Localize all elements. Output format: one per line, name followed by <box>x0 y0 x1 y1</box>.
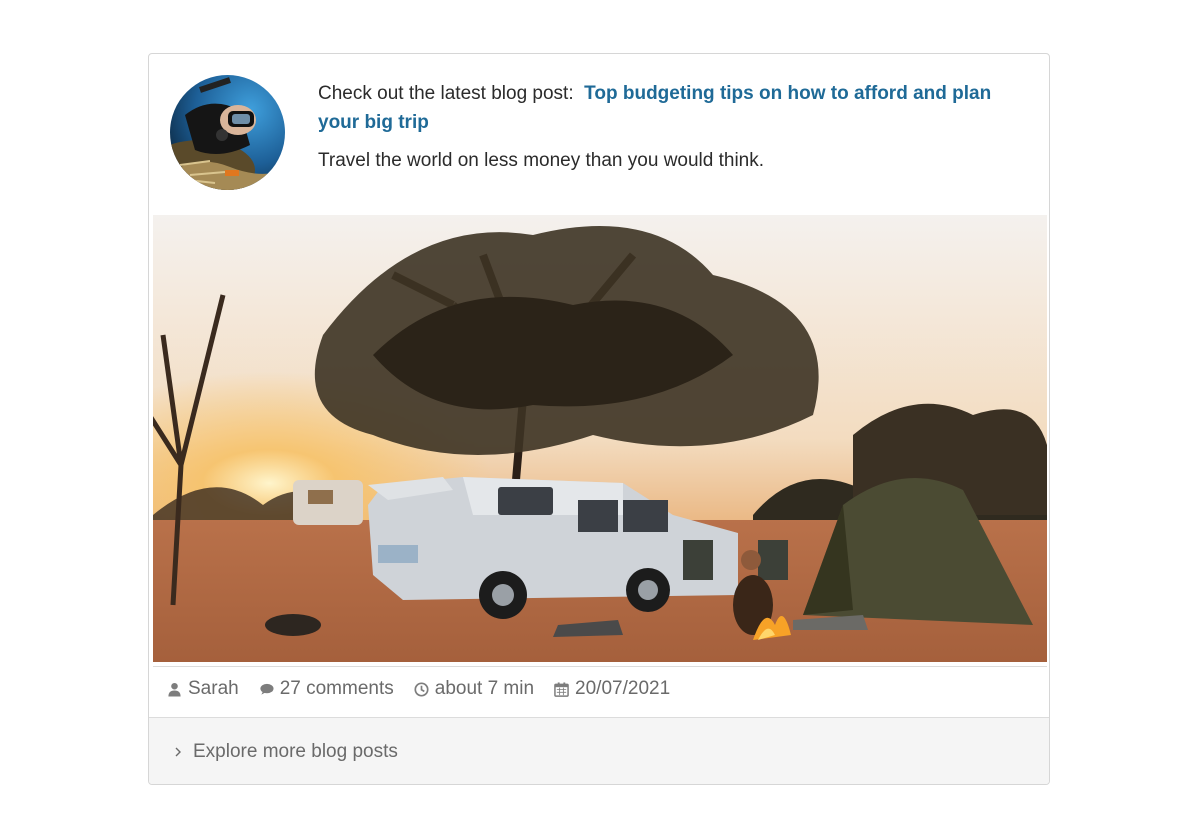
blog-post-card: Check out the latest blog post: Top budg… <box>148 53 1050 785</box>
post-intro: Check out the latest blog post: Top budg… <box>318 79 1018 175</box>
post-meta: Sarah 27 comments about 7 min 20/07/2021 <box>167 674 690 704</box>
user-icon <box>168 682 181 697</box>
meta-comments-count: 27 comments <box>279 678 394 699</box>
campsite-sunset-photo <box>153 215 1047 662</box>
meta-date: 20/07/2021 <box>554 678 670 700</box>
meta-date-value: 20/07/2021 <box>575 678 671 699</box>
post-hero-image <box>153 215 1047 662</box>
post-lead: Travel the world on less money than you … <box>318 150 765 171</box>
clock-icon <box>414 681 429 697</box>
author-avatar <box>170 75 285 190</box>
meta-divider <box>153 666 1047 667</box>
meta-author[interactable]: Sarah <box>167 678 239 700</box>
comment-icon <box>260 683 274 695</box>
meta-author-name: Sarah <box>188 678 239 699</box>
chevron-right-icon <box>175 747 181 756</box>
meta-read-time: about 7 min <box>414 678 534 700</box>
calendar-icon <box>554 681 569 697</box>
intro-prefix: Check out the latest blog post: <box>318 83 574 104</box>
explore-more-label: Explore more blog posts <box>193 740 398 762</box>
intro-line: Check out the latest blog post: Top budg… <box>318 79 1018 137</box>
scuba-diver-photo <box>170 75 285 190</box>
meta-comments[interactable]: 27 comments <box>259 678 394 700</box>
meta-read-time-value: about 7 min <box>434 678 535 699</box>
explore-more-link[interactable]: Explore more blog posts <box>149 717 1049 784</box>
